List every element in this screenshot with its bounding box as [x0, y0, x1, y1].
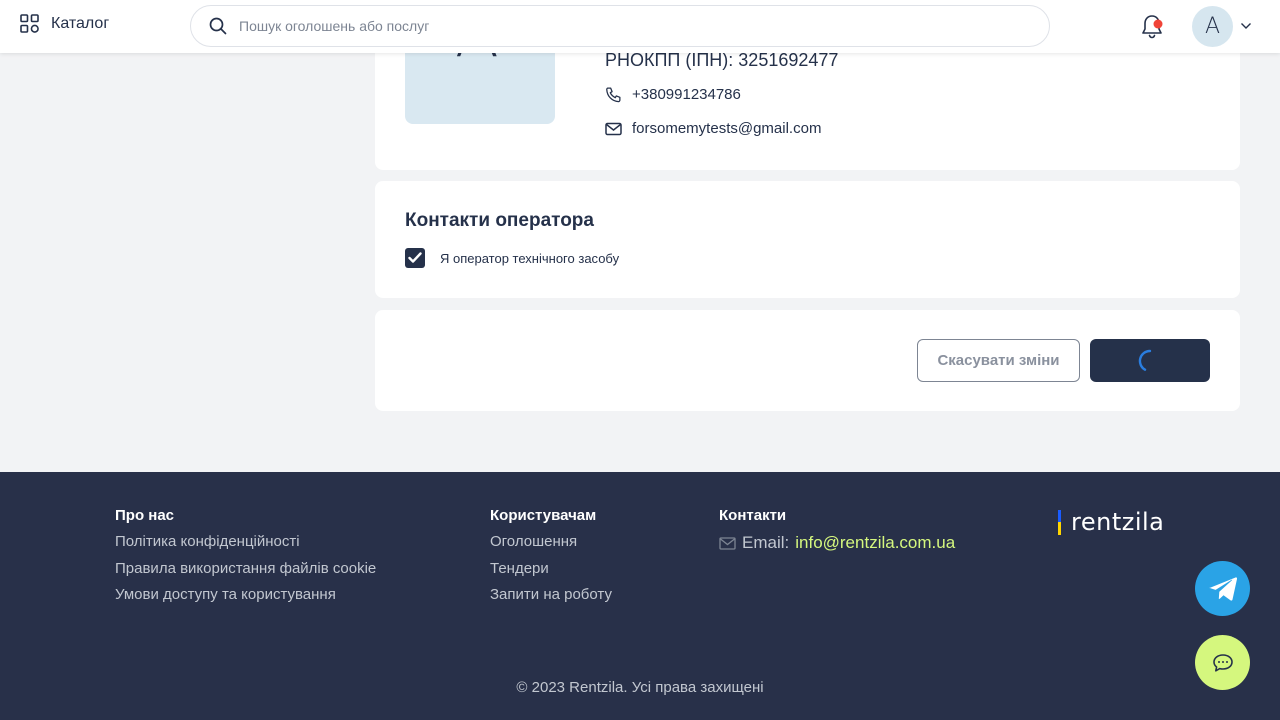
chat-icon	[1212, 653, 1233, 672]
footer-users: Користувачам Оголошення Тендери Запити н…	[490, 507, 612, 613]
footer-link-job-requests[interactable]: Запити на роботу	[490, 586, 612, 613]
footer-link-listings[interactable]: Оголошення	[490, 533, 612, 560]
footer-email-link[interactable]: info@rentzila.com.ua	[795, 533, 955, 553]
top-header: Каталог А	[0, 0, 1280, 53]
telegram-icon	[1208, 576, 1237, 601]
catalog-label: Каталог	[51, 14, 110, 32]
rnokpp-text: РНОКПП (ІПН): 3251692477	[605, 50, 839, 70]
phone-row: +380991234786	[605, 86, 741, 103]
footer: Про нас Політика конфіденційності Правил…	[0, 472, 1280, 720]
user-avatar[interactable]: А	[1192, 6, 1233, 47]
notifications-button[interactable]	[1140, 14, 1164, 45]
phone-icon	[606, 87, 621, 103]
grid-icon	[20, 14, 39, 33]
cancel-changes-button[interactable]: Скасувати зміни	[917, 339, 1080, 382]
footer-email-row: Email: info@rentzila.com.ua	[719, 533, 955, 553]
mail-icon	[719, 536, 736, 550]
email-row: forsomemytests@gmail.com	[605, 120, 821, 137]
spinner-icon	[1138, 349, 1152, 371]
footer-contacts: Контакти Email: info@rentzila.com.ua	[719, 507, 955, 553]
mail-icon	[605, 122, 622, 135]
footer-email-prefix: Email:	[742, 533, 790, 552]
operator-title: Контакти оператора	[405, 210, 594, 231]
bell-icon	[1142, 15, 1163, 39]
email-address: forsomemytests@gmail.com	[632, 120, 822, 137]
footer-users-heading: Користувачам	[490, 507, 597, 524]
operator-card: Контакти оператора Я оператор технічного…	[375, 181, 1240, 298]
operator-checkbox[interactable]	[405, 248, 425, 268]
chat-button[interactable]	[1195, 635, 1250, 690]
logo-text: rentzila	[1071, 508, 1165, 536]
search-input[interactable]	[239, 18, 1019, 34]
search-icon	[209, 17, 227, 35]
phone-number: +380991234786	[632, 86, 741, 103]
copyright-text: © 2023 Rentzila. Усі права захищені	[516, 679, 764, 696]
chevron-down-icon[interactable]	[1240, 20, 1252, 32]
operator-checkbox-row[interactable]: Я оператор технічного засобу	[405, 248, 619, 268]
rentzila-logo[interactable]: rentzila	[1058, 508, 1164, 536]
operator-checkbox-label: Я оператор технічного засобу	[440, 250, 620, 266]
footer-contacts-heading: Контакти	[719, 507, 787, 524]
catalog-button[interactable]: Каталог	[20, 14, 109, 33]
footer-about: Про нас Політика конфіденційності Правил…	[115, 507, 376, 613]
footer-about-heading: Про нас	[115, 507, 175, 524]
actions-card: Скасувати зміни	[375, 310, 1240, 411]
footer-link-cookies[interactable]: Правила використання файлів cookie	[115, 560, 376, 587]
telegram-button[interactable]	[1195, 561, 1250, 616]
footer-link-privacy[interactable]: Політика конфіденційності	[115, 533, 376, 560]
footer-link-tenders[interactable]: Тендери	[490, 560, 612, 587]
footer-link-terms[interactable]: Умови доступу та користування	[115, 586, 376, 613]
check-icon	[408, 252, 422, 263]
save-button[interactable]	[1090, 339, 1210, 382]
notification-dot	[1153, 19, 1163, 29]
search-bar[interactable]	[190, 5, 1050, 47]
logo-flag-bar	[1058, 509, 1061, 535]
